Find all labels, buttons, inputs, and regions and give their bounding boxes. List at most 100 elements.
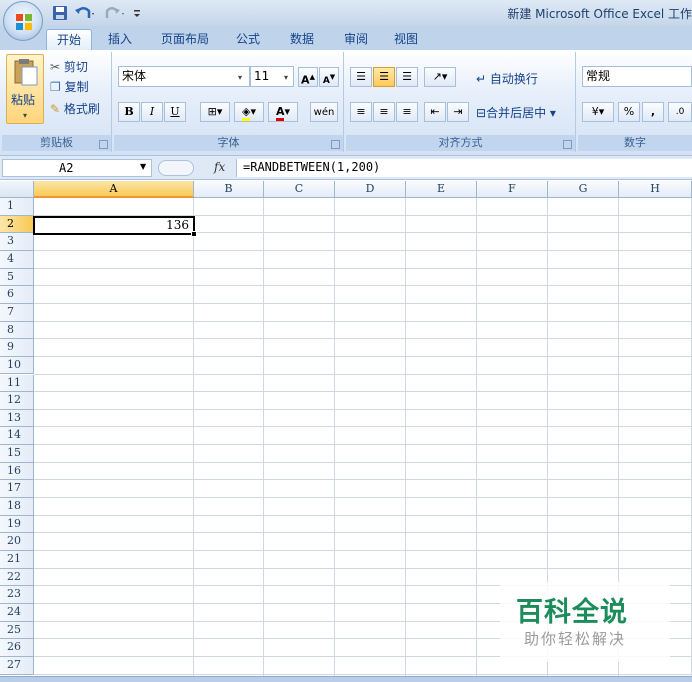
fill-color-button[interactable]: ◈▾ [234, 102, 264, 122]
fill-handle[interactable] [191, 231, 197, 237]
undo-icon[interactable] [74, 4, 96, 22]
column-gridline [405, 198, 406, 676]
align-right-button[interactable]: ≡ [396, 102, 418, 122]
active-cell-a2[interactable]: 136 [33, 216, 195, 235]
orientation-button[interactable]: ↗▾ [424, 67, 456, 87]
formula-bar-toggle[interactable] [158, 160, 194, 176]
comma-style-button[interactable]: , [642, 102, 664, 122]
font-color-button[interactable]: A▾ [268, 102, 298, 122]
italic-button[interactable]: I [141, 102, 163, 122]
bold-button[interactable]: B [118, 102, 140, 122]
name-box-dropdown-icon[interactable]: ▼ [140, 162, 146, 171]
align-top-button[interactable]: ☰ [350, 67, 372, 87]
wrap-text-button[interactable]: ↵ 自动换行 [476, 70, 538, 87]
align-center-button[interactable]: ≡ [373, 102, 395, 122]
row-header-5[interactable]: 5 [0, 268, 34, 287]
row-header-14[interactable]: 14 [0, 427, 34, 446]
column-header-a[interactable]: A [34, 181, 194, 198]
column-header-d[interactable]: D [335, 181, 406, 198]
redo-icon[interactable] [104, 4, 126, 22]
row-header-22[interactable]: 22 [0, 568, 34, 587]
tab-formulas[interactable]: 公式 [228, 29, 268, 50]
increase-indent-button[interactable]: ⇥ [447, 102, 469, 122]
row-header-23[interactable]: 23 [0, 586, 34, 604]
font-name-dropdown-icon[interactable]: ▾ [238, 73, 242, 82]
increase-decimal-button[interactable]: .0 [668, 102, 692, 122]
font-name-select[interactable]: 宋体 [118, 66, 250, 87]
column-header-f[interactable]: F [477, 181, 548, 198]
underline-button[interactable]: U [164, 102, 186, 122]
column-header-g[interactable]: G [548, 181, 619, 198]
window-title: 新建 Microsoft Office Excel 工作 [507, 7, 692, 21]
font-launcher-icon[interactable] [331, 140, 340, 149]
sheet-tab-bar[interactable] [0, 676, 692, 682]
phonetic-button[interactable]: wén [310, 102, 338, 122]
paste-button[interactable]: 粘贴 ▾ [6, 54, 44, 124]
column-header-c[interactable]: C [264, 181, 335, 198]
wrap-text-label: 自动换行 [489, 72, 538, 86]
row-header-2[interactable]: 2 [0, 215, 34, 234]
alignment-launcher-icon[interactable] [563, 140, 572, 149]
row-header-15[interactable]: 15 [0, 445, 34, 463]
row-gridline [34, 285, 692, 287]
tab-insert[interactable]: 插入 [100, 29, 140, 50]
ribbon-tabs: 开始 插入 页面布局 公式 数据 审阅 视图 [0, 26, 692, 50]
row-header-12[interactable]: 12 [0, 392, 34, 410]
name-box[interactable]: A2 [2, 159, 152, 177]
insert-function-icon[interactable]: fx [214, 160, 225, 174]
accounting-format-button[interactable]: ¥▾ [582, 102, 614, 122]
borders-button[interactable]: ⊞▾ [200, 102, 230, 122]
formula-input[interactable]: =RANDBETWEEN(1,200) [236, 159, 692, 177]
tab-data[interactable]: 数据 [282, 29, 322, 50]
grow-font-button[interactable]: A▲ [298, 67, 318, 87]
align-bottom-button[interactable]: ☰ [396, 67, 418, 87]
office-button[interactable] [3, 1, 43, 41]
align-center-icon: ≡ [379, 105, 389, 118]
row-header-8[interactable]: 8 [0, 321, 34, 340]
align-middle-button[interactable]: ☰ [373, 67, 395, 87]
paste-label: 粘贴 [11, 93, 36, 107]
row-gridline [34, 373, 692, 375]
row-header-19[interactable]: 19 [0, 515, 34, 534]
font-size-dropdown-icon[interactable]: ▾ [284, 73, 288, 82]
row-header-17[interactable]: 17 [0, 480, 34, 499]
clipboard-launcher-icon[interactable] [99, 140, 108, 149]
column-header-b[interactable]: B [194, 181, 264, 198]
row-gridline [34, 479, 692, 481]
row-header-1[interactable]: 1 [0, 198, 34, 216]
row-header-13[interactable]: 13 [0, 409, 34, 428]
copy-button[interactable]: ❐ 复制 [50, 78, 89, 95]
number-format-select[interactable]: 常规 [582, 66, 692, 87]
decrease-indent-button[interactable]: ⇤ [424, 102, 446, 122]
shrink-font-button[interactable]: A▼ [319, 67, 339, 87]
row-header-27[interactable]: 27 [0, 656, 34, 675]
merge-center-button[interactable]: ⊟合并后居中 ▾ [476, 104, 556, 121]
row-header-3[interactable]: 3 [0, 233, 34, 251]
row-header-20[interactable]: 20 [0, 533, 34, 551]
row-header-21[interactable]: 21 [0, 551, 34, 569]
row-header-9[interactable]: 9 [0, 339, 34, 357]
tab-page-layout[interactable]: 页面布局 [152, 29, 218, 50]
row-header-25[interactable]: 25 [0, 621, 34, 640]
tab-home[interactable]: 开始 [46, 29, 92, 50]
format-painter-button[interactable]: ✎ 格式刷 [50, 100, 100, 117]
cut-button[interactable]: ✂ 剪切 [50, 58, 88, 75]
row-header-18[interactable]: 18 [0, 498, 34, 516]
row-header-16[interactable]: 16 [0, 462, 34, 481]
tab-view[interactable]: 视图 [386, 29, 426, 50]
row-header-10[interactable]: 10 [0, 356, 34, 375]
row-header-24[interactable]: 24 [0, 603, 34, 622]
row-header-26[interactable]: 26 [0, 639, 34, 657]
customize-qat-icon[interactable] [132, 4, 142, 22]
paintbrush-icon: ✎ [50, 102, 61, 116]
column-header-e[interactable]: E [406, 181, 477, 198]
align-left-button[interactable]: ≡ [350, 102, 372, 122]
save-icon[interactable] [52, 4, 68, 22]
column-header-h[interactable]: H [619, 181, 692, 198]
row-header-7[interactable]: 7 [0, 303, 34, 322]
percent-button[interactable]: % [618, 102, 640, 122]
row-header-4[interactable]: 4 [0, 250, 34, 269]
tab-review[interactable]: 审阅 [336, 29, 376, 50]
row-header-6[interactable]: 6 [0, 286, 34, 304]
row-header-11[interactable]: 11 [0, 374, 34, 393]
